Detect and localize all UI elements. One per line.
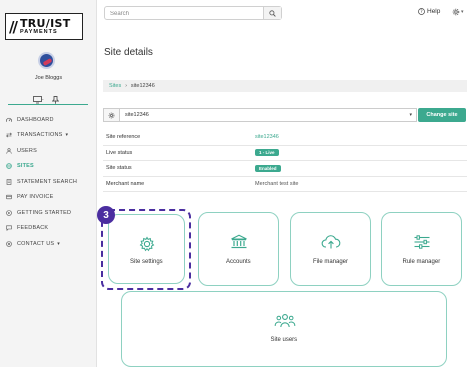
highlight-callout [101,209,191,290]
tile-label: Accounts [226,259,251,265]
sidebar-item-statement-search[interactable]: STATEMENT SEARCH [0,174,97,190]
live-status-badge: 1 - Live [255,149,279,157]
step-badge: 3 [97,206,115,224]
invoice-icon [6,195,12,200]
search-box [104,6,282,20]
cloud-upload-icon [321,235,341,249]
globe-icon [6,163,12,170]
change-site-button[interactable]: Change site [418,108,466,122]
contact-icon [6,240,12,247]
site-gear-icon [104,109,120,121]
tile-label: Rule manager [402,259,441,265]
sidebar-item-label: DASHBOARD [17,116,54,123]
sidebar-item-label: CONTACT US [17,240,55,247]
site-selector[interactable]: site12346 ▾ [103,108,417,122]
detail-label: Merchant name [106,180,145,187]
chevron-down-icon[interactable]: ▾ [409,112,412,118]
site-status-badge: Enabled [255,164,281,172]
tile-label: Site users [270,337,298,343]
detail-label: Site status [106,165,132,172]
sidebar-item-label: USERS [17,147,37,154]
breadcrumb-current: site12346 [130,83,155,89]
chevron-down-icon: ▾ [57,240,60,247]
breadcrumb: Sites › site12346 [103,80,467,92]
avatar[interactable] [38,52,55,69]
sliders-icon [414,235,430,249]
sidebar-divider [8,104,88,105]
sidebar-item-label: SITES [17,163,34,170]
detail-label: Live status [106,149,133,156]
tile-site-users[interactable]: Site users [121,291,447,367]
chevron-down-icon: ▾ [461,9,464,15]
search-icon [269,9,276,17]
detail-row-merchant-name: Merchant name Merchant test site [103,177,467,192]
site-selector-value: site12346 [125,112,149,118]
chevron-down-icon: ▾ [65,132,69,139]
sidebar-item-contact-us[interactable]: CONTACT US ▾ [0,236,97,252]
logo-sub-text: PAYMENTS [19,28,58,35]
sidebar-item-label: GETTING STARTED [17,209,72,216]
monitor-icon[interactable] [33,91,44,109]
sidebar-item-label: STATEMENT SEARCH [17,178,78,185]
settings-menu[interactable]: ▾ [452,8,464,16]
logo-main-text: TRU/IST [19,16,71,30]
logo-mark: // [9,17,18,36]
getting-started-icon [6,209,12,216]
sidebar-item-label: FEEDBACK [17,225,49,232]
pin-icon[interactable] [51,91,60,109]
sidebar-item-label: PAY INVOICE [17,194,54,201]
tile-file-manager[interactable]: File manager [290,212,371,286]
help-icon: ? [418,8,425,15]
sidebar-item-pay-invoice[interactable]: PAY INVOICE [0,190,97,206]
sidebar-item-dashboard[interactable]: DASHBOARD [0,112,97,128]
site-reference-link[interactable]: site12346 [255,134,279,140]
site-details-table: Site reference site12346 Live status 1 -… [103,130,467,192]
sidebar: // TRU/IST PAYMENTS Joe Bloggs DASHBOARD… [0,0,97,367]
sidebar-nav: DASHBOARD TRANSACTIONS ▾ USERS SITES STA… [0,112,97,252]
top-bar: ? Help ▾ [97,0,474,27]
bank-icon [231,234,247,249]
breadcrumb-separator: › [125,83,127,89]
detail-label: Site reference [106,134,141,141]
merchant-name-value: Merchant test site [255,180,299,187]
tile-accounts[interactable]: Accounts [198,212,279,286]
gear-icon [452,8,460,16]
username: Joe Bloggs [34,75,63,81]
sidebar-item-sites[interactable]: SITES [0,159,97,175]
transactions-icon [6,132,12,138]
feedback-icon [6,225,12,232]
tile-label: File manager [313,259,349,265]
sidebar-item-feedback[interactable]: FEEDBACK [0,221,97,237]
help-link[interactable]: ? Help [418,8,440,15]
search-button[interactable] [263,7,281,19]
dashboard-icon [6,117,12,122]
users-group-icon [274,314,296,328]
statement-icon [6,178,12,185]
sidebar-item-getting-started[interactable]: GETTING STARTED [0,205,97,221]
detail-row-live-status: Live status 1 - Live [103,146,467,161]
detail-row-site-reference: Site reference site12346 [103,130,467,146]
detail-row-site-status: Site status Enabled [103,161,467,177]
sidebar-item-users[interactable]: USERS [0,143,97,159]
users-icon [6,148,12,154]
sidebar-item-transactions[interactable]: TRANSACTIONS ▾ [0,128,97,144]
sidebar-item-label: TRANSACTIONS [17,132,63,139]
help-label: Help [427,8,441,15]
breadcrumb-sites-link[interactable]: Sites [109,83,121,89]
tile-rule-manager[interactable]: Rule manager [381,212,462,286]
brand-logo[interactable]: // TRU/IST PAYMENTS [5,13,83,40]
page-title: Site details [104,47,153,58]
search-input[interactable] [110,9,260,18]
